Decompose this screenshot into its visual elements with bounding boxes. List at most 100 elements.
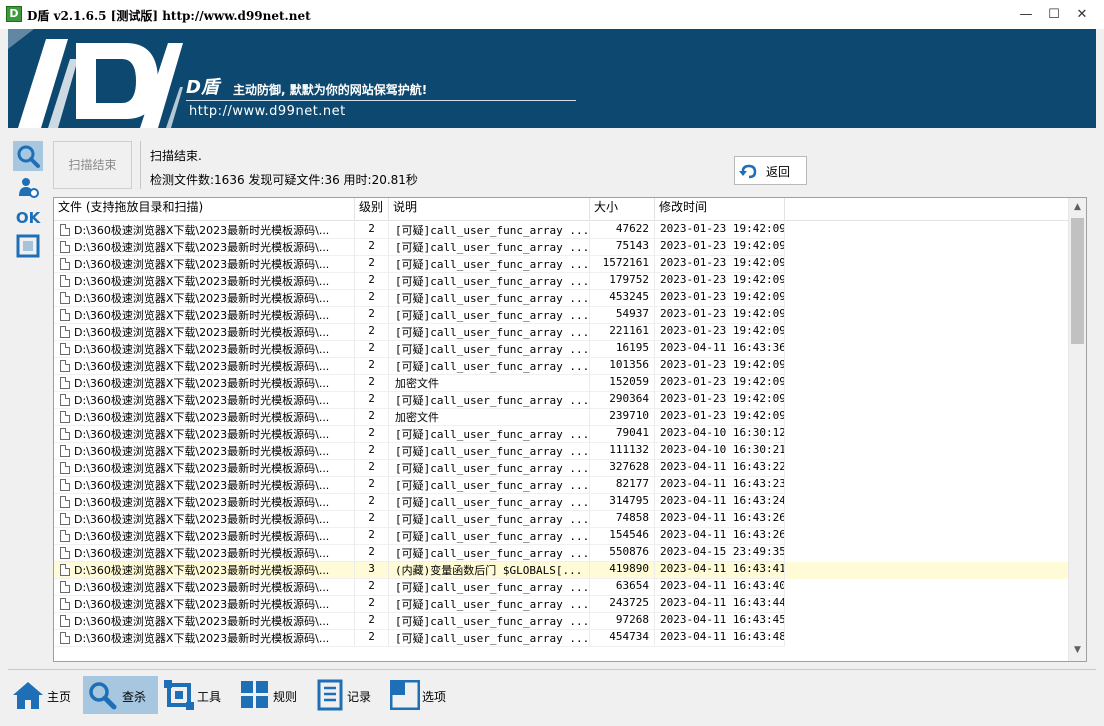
table-row[interactable]: D:\360极速浏览器X下载\2023最新时光模板源码\... 2 [可疑]call… — [54, 511, 1068, 528]
cell-level: 2 — [355, 222, 389, 239]
table-row[interactable]: D:\360极速浏览器X下载\2023最新时光模板源码\... 2 [可疑]call… — [54, 256, 1068, 273]
document-icon — [60, 309, 70, 321]
document-icon — [60, 224, 70, 236]
ok-icon: OK — [16, 209, 42, 227]
left-tool-ok[interactable]: OK — [13, 202, 43, 232]
cell-level: 2 — [355, 630, 389, 647]
cell-modified-time: 2023-04-10 16:30:12 — [655, 426, 785, 443]
nav-rules[interactable]: 规则 — [238, 676, 308, 714]
table-row[interactable]: D:\360极速浏览器X下载\2023最新时光模板源码\... 2 [可疑]call… — [54, 392, 1068, 409]
maximize-button[interactable]: ☐ — [1040, 0, 1068, 29]
cell-level: 2 — [355, 409, 389, 426]
banner-url[interactable]: http://www.d99net.net — [189, 104, 346, 119]
table-row[interactable]: D:\360极速浏览器X下载\2023最新时光模板源码\... 2 [可疑]call… — [54, 613, 1068, 630]
cell-level: 2 — [355, 426, 389, 443]
table-row[interactable]: D:\360极速浏览器X下载\2023最新时光模板源码\... 2 [可疑]call… — [54, 273, 1068, 290]
frame-icon — [16, 234, 40, 258]
table-row[interactable]: D:\360极速浏览器X下载\2023最新时光模板源码\... 2 [可疑]call… — [54, 307, 1068, 324]
app-icon: D — [6, 6, 22, 22]
cell-size: 154546 — [590, 528, 655, 545]
table-row[interactable]: D:\360极速浏览器X下载\2023最新时光模板源码\... 2 [可疑]call… — [54, 579, 1068, 596]
cell-size: 97268 — [590, 613, 655, 630]
table-row[interactable]: D:\360极速浏览器X下载\2023最新时光模板源码\... 2 [可疑]call… — [54, 324, 1068, 341]
cell-description: [可疑]call_user_func_array ... — [389, 222, 590, 239]
column-header-description[interactable]: 说明 — [389, 198, 590, 221]
document-icon — [60, 547, 70, 559]
table-row[interactable]: D:\360极速浏览器X下载\2023最新时光模板源码\... 2 [可疑]call… — [54, 222, 1068, 239]
table-row[interactable]: D:\360极速浏览器X下载\2023最新时光模板源码\... 2 [可疑]call… — [54, 290, 1068, 307]
scroll-up-button[interactable]: ▲ — [1071, 200, 1084, 215]
document-icon — [60, 428, 70, 440]
file-path: D:\360极速浏览器X下载\2023最新时光模板源码\... — [74, 411, 330, 424]
scan-button[interactable]: 扫描结束 — [53, 141, 132, 189]
document-icon — [60, 394, 70, 406]
nav-tools[interactable]: 工具 — [162, 676, 232, 714]
search-icon — [89, 682, 117, 710]
table-row[interactable]: D:\360极速浏览器X下载\2023最新时光模板源码\... 2 [可疑]call… — [54, 426, 1068, 443]
table-row[interactable]: D:\360极速浏览器X下载\2023最新时光模板源码\... 2 [可疑]call… — [54, 545, 1068, 562]
column-header-level[interactable]: 级别 — [355, 198, 389, 221]
nav-options[interactable]: 选项 — [388, 676, 458, 714]
table-row[interactable]: D:\360极速浏览器X下载\2023最新时光模板源码\... 3 (内藏)变量函数… — [54, 562, 1068, 579]
nav-log[interactable]: 记录 — [314, 676, 384, 714]
back-button[interactable]: 返回 — [734, 156, 807, 185]
cell-size: 453245 — [590, 290, 655, 307]
cell-modified-time: 2023-04-11 16:43:26 — [655, 511, 785, 528]
banner: D盾 主动防御, 默默为你的网站保驾护航! http://www.d99net.… — [8, 29, 1096, 128]
table-row[interactable]: D:\360极速浏览器X下载\2023最新时光模板源码\... 2 [可疑]call… — [54, 341, 1068, 358]
tools-icon — [164, 680, 194, 710]
scroll-down-button[interactable]: ▼ — [1071, 643, 1084, 658]
table-row[interactable]: D:\360极速浏览器X下载\2023最新时光模板源码\... 2 加密文件 1520… — [54, 375, 1068, 392]
scroll-thumb[interactable] — [1071, 218, 1084, 344]
table-row[interactable]: D:\360极速浏览器X下载\2023最新时光模板源码\... 2 [可疑]call… — [54, 494, 1068, 511]
cell-file: D:\360极速浏览器X下载\2023最新时光模板源码\... — [54, 579, 355, 596]
log-icon — [317, 679, 343, 711]
table-row[interactable]: D:\360极速浏览器X下载\2023最新时光模板源码\... 2 [可疑]call… — [54, 477, 1068, 494]
column-header-size[interactable]: 大小 — [590, 198, 655, 221]
cell-file: D:\360极速浏览器X下载\2023最新时光模板源码\... — [54, 494, 355, 511]
rules-icon — [241, 681, 268, 708]
cell-description: [可疑]call_user_func_array ... — [389, 307, 590, 324]
cell-description: [可疑]call_user_func_array ... — [389, 579, 590, 596]
file-path: D:\360极速浏览器X下载\2023最新时光模板源码\... — [74, 581, 330, 594]
table-row[interactable]: D:\360极速浏览器X下载\2023最新时光模板源码\... 2 [可疑]call… — [54, 239, 1068, 256]
document-icon — [60, 581, 70, 593]
table-row[interactable]: D:\360极速浏览器X下载\2023最新时光模板源码\... 2 [可疑]call… — [54, 358, 1068, 375]
table-row[interactable]: D:\360极速浏览器X下载\2023最新时光模板源码\... 2 加密文件 2397… — [54, 409, 1068, 426]
window-title: D盾 v2.1.6.5 [测试版] http://www.d99net.net — [27, 9, 311, 23]
app-window: D D盾 v2.1.6.5 [测试版] http://www.d99net.ne… — [0, 0, 1104, 726]
cell-modified-time: 2023-04-11 16:43:40 — [655, 579, 785, 596]
close-button[interactable]: ✕ — [1068, 0, 1096, 29]
vertical-scrollbar[interactable]: ▲ ▼ — [1068, 198, 1086, 661]
table-row[interactable]: D:\360极速浏览器X下载\2023最新时光模板源码\... 2 [可疑]call… — [54, 443, 1068, 460]
cell-modified-time: 2023-01-23 19:42:09 — [655, 392, 785, 409]
cell-file: D:\360极速浏览器X下载\2023最新时光模板源码\... — [54, 222, 355, 239]
column-header-modified-time[interactable]: 修改时间 — [655, 198, 785, 221]
table-row[interactable]: D:\360极速浏览器X下载\2023最新时光模板源码\... 2 [可疑]call… — [54, 460, 1068, 477]
cell-modified-time: 2023-01-23 19:42:09 — [655, 324, 785, 341]
table-row[interactable]: D:\360极速浏览器X下载\2023最新时光模板源码\... 2 [可疑]call… — [54, 630, 1068, 647]
file-path: D:\360极速浏览器X下载\2023最新时光模板源码\... — [74, 445, 330, 458]
left-tool-search[interactable] — [13, 141, 43, 171]
table-row[interactable]: D:\360极速浏览器X下载\2023最新时光模板源码\... 2 [可疑]call… — [54, 596, 1068, 613]
nav-rules-label: 规则 — [273, 690, 298, 704]
table-row[interactable]: D:\360极速浏览器X下载\2023最新时光模板源码\... 2 [可疑]call… — [54, 528, 1068, 545]
cell-size: 152059 — [590, 375, 655, 392]
minimize-button[interactable]: — — [1012, 0, 1040, 29]
cell-level: 2 — [355, 273, 389, 290]
cell-size: 75143 — [590, 239, 655, 256]
file-path: D:\360极速浏览器X下载\2023最新时光模板源码\... — [74, 530, 330, 543]
left-tool-window[interactable] — [13, 232, 43, 262]
cell-modified-time: 2023-01-23 19:42:09 — [655, 358, 785, 375]
file-path: D:\360极速浏览器X下载\2023最新时光模板源码\... — [74, 309, 330, 322]
cell-description: [可疑]call_user_func_array ... — [389, 273, 590, 290]
nav-home[interactable]: 主页 — [10, 676, 78, 714]
column-header-file[interactable]: 文件 (支持拖放目录和扫描) — [54, 198, 355, 221]
nav-tools-label: 工具 — [197, 690, 222, 704]
file-path: D:\360极速浏览器X下载\2023最新时光模板源码\... — [74, 258, 330, 271]
left-tool-user[interactable] — [13, 172, 43, 202]
document-icon — [60, 326, 70, 338]
nav-scan-label: 查杀 — [122, 690, 147, 704]
cell-modified-time: 2023-04-11 16:43:26 — [655, 528, 785, 545]
nav-scan[interactable]: 查杀 — [83, 676, 158, 714]
